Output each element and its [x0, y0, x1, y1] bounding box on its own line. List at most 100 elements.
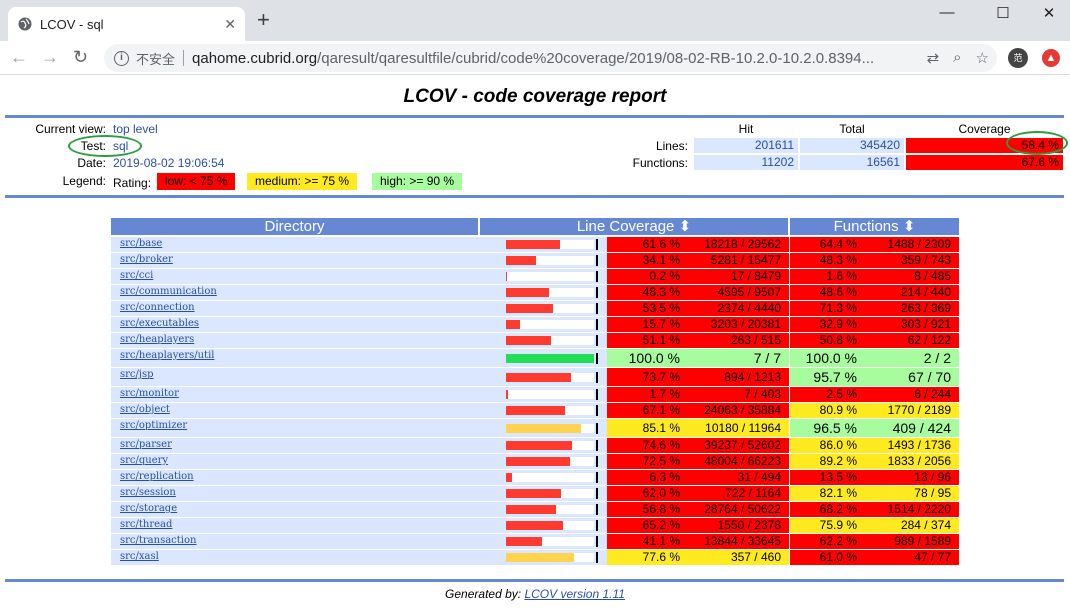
current-view-label: Current view: — [35, 122, 106, 136]
coverage-bar-cell — [501, 518, 607, 533]
line-coverage-count: 39237 / 52602 — [688, 438, 789, 453]
table-row: src/heaplayers/util 100.0 % 7 / 7 100.0 … — [111, 349, 959, 367]
extension-icon[interactable]: ▲ — [1042, 49, 1060, 67]
bookmark-star-icon[interactable]: ☆ — [976, 49, 989, 67]
current-view-link[interactable]: top level — [113, 122, 158, 136]
table-row: src/monitor 1.7 % 7 / 403 2.5 % 6 / 244 — [111, 387, 959, 402]
line-coverage-count: 4595 / 9507 — [688, 285, 789, 300]
line-coverage-count: 10180 / 11964 — [688, 419, 789, 437]
line-coverage-count: 24063 / 35884 — [688, 403, 789, 418]
coverage-bar-cell — [501, 486, 607, 501]
translate-icon[interactable]: ⇄ — [927, 49, 940, 67]
address-divider — [183, 50, 185, 66]
close-window-icon[interactable]: ✕ — [1034, 4, 1064, 22]
coverage-bar — [506, 521, 594, 530]
line-coverage-count: 7 / 403 — [688, 387, 789, 402]
directory-link[interactable]: src/transaction — [120, 535, 196, 546]
url-host: qahome.cubrid.org — [192, 49, 318, 67]
coverage-bar-cell — [501, 285, 607, 300]
directory-cell: src/parser — [111, 438, 501, 453]
line-coverage-percent: 56.8 % — [607, 502, 688, 517]
highlight-test-ellipse — [68, 135, 142, 157]
back-icon[interactable]: ← — [10, 47, 28, 68]
coverage-bar — [506, 457, 594, 466]
forward-icon[interactable]: → — [41, 47, 59, 68]
line-coverage-percent: 15.7 % — [607, 317, 688, 332]
functions-percent: 2.5 % — [790, 387, 865, 402]
browser-tab[interactable]: LCOV - sql ✕ — [8, 7, 245, 41]
info-icon[interactable]: i — [114, 50, 129, 66]
coverage-bar-cell — [501, 419, 607, 437]
sort-icon[interactable]: ⬍ — [679, 218, 692, 235]
line-coverage-count: 357 / 460 — [688, 550, 789, 565]
line-coverage-column-header[interactable]: Line Coverage ⬍ — [480, 218, 788, 235]
functions-column-header[interactable]: Functions ⬍ — [790, 218, 959, 235]
header-bottom-ruler — [5, 195, 1064, 198]
directory-link[interactable]: src/query — [120, 455, 168, 466]
line-coverage-percent: 41.1 % — [607, 534, 688, 549]
directory-link[interactable]: src/jsp — [120, 369, 154, 380]
functions-count: 359 / 743 — [865, 253, 959, 268]
reload-icon[interactable]: ↻ — [73, 47, 88, 68]
directory-link[interactable]: src/cci — [120, 270, 153, 281]
zoom-icon[interactable]: ⌕ — [953, 49, 961, 67]
coverage-bar-fill — [506, 441, 572, 450]
url-text[interactable]: qahome.cubrid.org/qaresult/qaresultfile/… — [192, 50, 892, 67]
coverage-bar-cell — [501, 333, 607, 348]
directory-link[interactable]: src/object — [120, 404, 170, 415]
line-coverage-percent: 74.6 % — [607, 438, 688, 453]
coverage-bar-end — [596, 422, 598, 434]
coverage-bar-end — [596, 472, 598, 483]
coverage-bar-end — [596, 352, 598, 364]
functions-percent: 48.6 % — [790, 285, 865, 300]
directory-column-header[interactable]: Directory — [111, 218, 478, 235]
directory-cell: src/query — [111, 454, 501, 469]
minimize-icon[interactable]: — — [932, 4, 962, 21]
directory-link[interactable]: src/xasl — [120, 551, 159, 562]
directory-link[interactable]: src/heaplayers — [120, 334, 194, 345]
directory-cell: src/heaplayers — [111, 333, 501, 348]
directory-link[interactable]: src/executables — [120, 318, 199, 329]
footer: Generated by: LCOV version 1.11 — [0, 587, 1070, 601]
browser-titlebar: LCOV - sql ✕ + — ☐ ✕ — [0, 0, 1070, 41]
coverage-bar-fill — [506, 423, 581, 433]
coverage-bar-cell — [501, 317, 607, 332]
close-tab-icon[interactable]: ✕ — [224, 16, 236, 33]
summary-hit-header: Hit — [738, 122, 754, 136]
line-coverage-percent: 6.3 % — [607, 470, 688, 485]
directory-link[interactable]: src/communication — [120, 286, 217, 297]
profile-avatar[interactable]: 范 — [1008, 48, 1028, 68]
coverage-bar-fill — [506, 390, 508, 399]
coverage-bar — [506, 553, 594, 562]
directory-link[interactable]: src/replication — [120, 471, 194, 482]
coverage-bar — [506, 372, 594, 382]
directory-link[interactable]: src/monitor — [120, 388, 179, 399]
directory-link[interactable]: src/session — [120, 487, 176, 498]
line-coverage-percent: 72.5 % — [607, 454, 688, 469]
directory-link[interactable]: src/connection — [120, 302, 195, 313]
line-coverage-count: 17 / 8479 — [688, 269, 789, 284]
functions-percent: 95.7 % — [790, 368, 865, 386]
legend-low: low: < 75 % — [157, 173, 236, 190]
new-tab-button[interactable]: + — [257, 9, 270, 31]
coverage-bar-end — [596, 335, 598, 346]
directory-link[interactable]: src/heaplayers/util — [120, 350, 214, 361]
directory-link[interactable]: src/storage — [120, 503, 177, 514]
directory-link[interactable]: src/thread — [120, 519, 172, 530]
maximize-icon[interactable]: ☐ — [988, 4, 1018, 22]
directory-link[interactable]: src/broker — [120, 254, 173, 265]
lcov-version-link[interactable]: LCOV version 1.11 — [524, 587, 625, 601]
directory-link[interactable]: src/parser — [120, 439, 172, 450]
address-bar[interactable]: i 不安全 qahome.cubrid.org/qaresult/qaresul… — [104, 44, 997, 72]
functions-count: 67 / 70 — [865, 368, 959, 386]
directory-link[interactable]: src/base — [120, 238, 162, 249]
functions-percent: 89.2 % — [790, 454, 865, 469]
highlight-coverage-ellipse — [1006, 131, 1068, 155]
directory-cell: src/cci — [111, 269, 501, 284]
coverage-bar-cell — [501, 253, 607, 268]
functions-count: 1770 / 2189 — [865, 403, 959, 418]
line-coverage-percent: 48.3 % — [607, 285, 688, 300]
directory-link[interactable]: src/optimizer — [120, 420, 187, 431]
coverage-bar-fill — [506, 457, 570, 466]
sort-icon[interactable]: ⬍ — [903, 218, 916, 235]
